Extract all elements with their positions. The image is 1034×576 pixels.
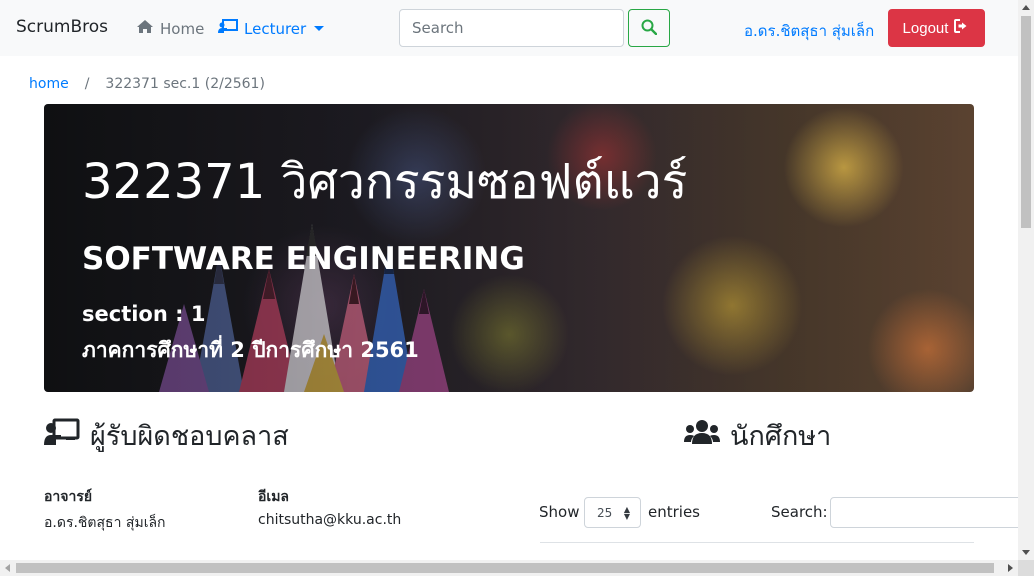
table-length-select[interactable]: 25 ▲ ▼: [584, 497, 641, 528]
chevron-down-icon: [314, 26, 325, 31]
sign-out-icon: [954, 19, 970, 37]
nav-lecturer-label: Lecturer: [244, 19, 307, 38]
table-length-value: 25: [597, 505, 613, 520]
table-header-divider: [540, 542, 974, 543]
students-heading: นักศึกษา: [684, 414, 831, 457]
email-label: อีเมล: [258, 489, 290, 505]
table-length-show-label: Show: [539, 503, 580, 521]
navbar: ScrumBros Home Lecturer อ.ดร.ชิตสุธา สุ่…: [0, 0, 1018, 56]
search-icon: [641, 19, 658, 38]
breadcrumb-separator: /: [84, 76, 90, 92]
scrollbar-corner: [1018, 560, 1034, 576]
scroll-down-arrow-icon[interactable]: [1022, 550, 1030, 555]
course-title: 322371 วิศวกรรมซอฟต์แวร์: [82, 154, 688, 210]
scroll-right-arrow-icon[interactable]: [1008, 564, 1013, 572]
horizontal-scrollbar[interactable]: [0, 560, 1018, 576]
page-viewport: ScrumBros Home Lecturer อ.ดร.ชิตสุธา สุ่…: [0, 0, 1018, 560]
course-hero-banner: 322371 วิศวกรรมซอฟต์แวร์ SOFTWARE ENGINE…: [44, 104, 974, 392]
responsible-heading-text: ผู้รับผิดชอบคลาส: [90, 421, 289, 452]
course-term: ภาคการศึกษาที่ 2 ปีการศึกษา 2561: [82, 338, 419, 362]
user-profile-link[interactable]: อ.ดร.ชิตสุธา สุ่มเล็ก: [744, 19, 874, 43]
breadcrumb-current: 322371 sec.1 (2/2561): [105, 76, 265, 92]
logout-button[interactable]: Logout: [888, 9, 985, 47]
logout-label: Logout: [902, 19, 949, 37]
breadcrumb-home-link[interactable]: home: [29, 76, 69, 92]
select-arrows-icon: ▲ ▼: [623, 505, 630, 521]
nav-home-link[interactable]: Home: [136, 19, 204, 38]
lecturer-value: อ.ดร.ชิตสุธา สุ่มเล็ก: [44, 515, 166, 531]
nav-lecturer-dropdown[interactable]: Lecturer: [218, 19, 325, 38]
horizontal-scroll-thumb[interactable]: [16, 563, 994, 573]
table-search-label: Search:: [771, 503, 828, 521]
responsible-heading: ผู้รับผิดชอบคลาส: [44, 414, 289, 457]
users-icon: [684, 419, 720, 452]
scroll-left-arrow-icon[interactable]: [5, 564, 10, 572]
table-search-input[interactable]: [830, 497, 1018, 528]
scroll-up-arrow-icon[interactable]: [1022, 5, 1030, 10]
home-icon: [136, 19, 154, 38]
vertical-scroll-thumb[interactable]: [1021, 16, 1031, 228]
students-heading-text: นักศึกษา: [730, 421, 832, 452]
nav-home-label: Home: [160, 19, 205, 38]
vertical-scrollbar[interactable]: [1018, 0, 1034, 560]
chalkboard-teacher-icon: [44, 418, 80, 453]
table-length-entries-label: entries: [648, 503, 700, 521]
search-button[interactable]: [628, 9, 670, 47]
search-input[interactable]: [399, 9, 624, 47]
course-section: section : 1: [82, 302, 206, 326]
course-subtitle: SOFTWARE ENGINEERING: [82, 241, 525, 277]
lecturer-label: อาจารย์: [44, 489, 93, 505]
breadcrumb: home / 322371 sec.1 (2/2561): [29, 76, 265, 92]
brand-logo[interactable]: ScrumBros: [16, 17, 108, 37]
chalkboard-teacher-icon: [218, 19, 238, 38]
email-value: chitsutha@kku.ac.th: [258, 512, 402, 528]
